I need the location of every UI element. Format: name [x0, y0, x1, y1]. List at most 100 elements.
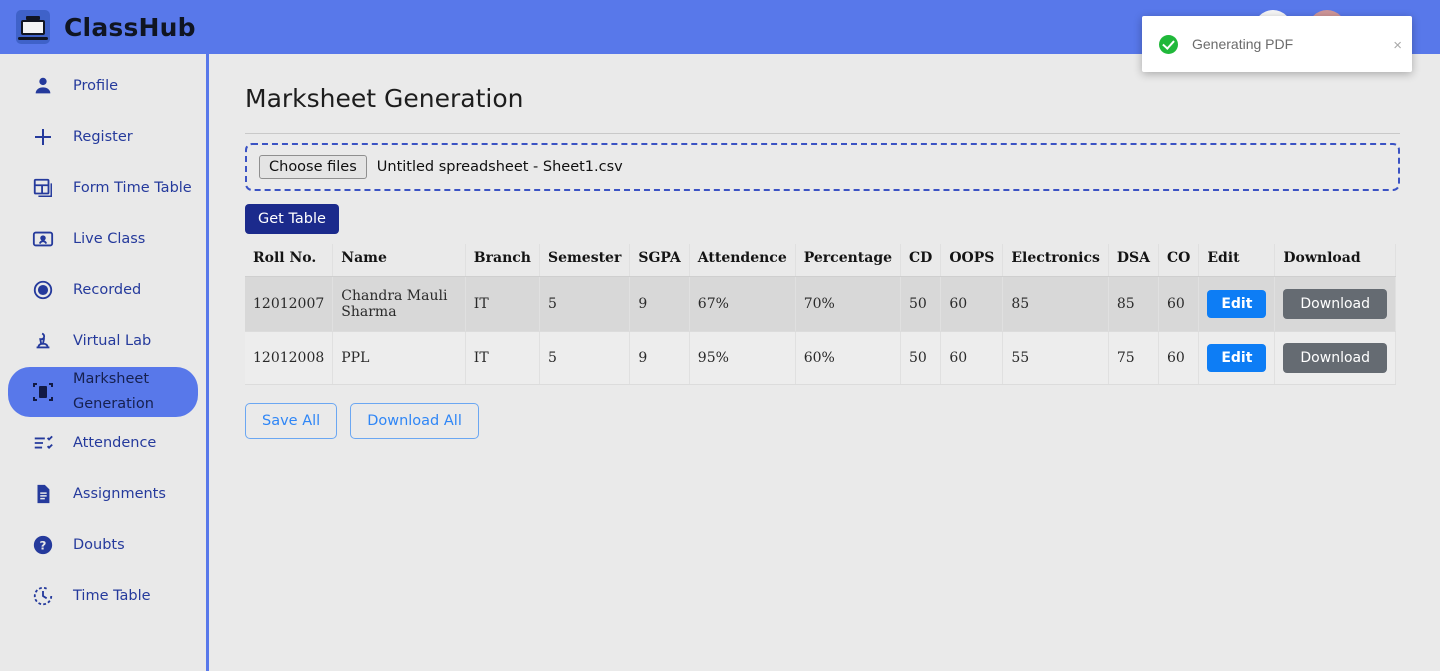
file-upload-dropzone[interactable]: Choose files Untitled spreadsheet - Shee…	[245, 143, 1400, 191]
sidebar-item-label: Attendence	[73, 435, 157, 451]
sidebar-item-label: Marksheet Generation	[73, 371, 154, 412]
download-button[interactable]: Download	[1283, 289, 1387, 319]
plus-icon	[28, 125, 58, 149]
column-header-electronics: Electronics	[1002, 244, 1109, 277]
get-table-button[interactable]: Get Table	[245, 204, 339, 234]
cell-electronics: 55	[1002, 331, 1109, 385]
column-header-sgpa: SGPA	[629, 244, 690, 277]
download-all-button[interactable]: Download All	[350, 403, 479, 439]
sidebar-item-recorded[interactable]: Recorded	[8, 265, 198, 315]
sidebar-item-label: Assignments	[73, 486, 166, 502]
cell-download: Download	[1274, 331, 1396, 385]
cell-attendence: 67%	[689, 276, 796, 332]
sidebar-item-virtual-lab[interactable]: Virtual Lab	[8, 316, 198, 366]
column-header-cd: CD	[900, 244, 942, 277]
svg-text:?: ?	[40, 539, 47, 553]
sidebar-item-label: Register	[73, 129, 133, 145]
sidebar-item-label: Time Table	[73, 588, 151, 604]
save-all-button[interactable]: Save All	[245, 403, 338, 439]
app-logo-icon	[16, 10, 50, 44]
cell-oops: 60	[940, 331, 1004, 385]
title-divider	[245, 133, 1400, 134]
cell-electronics: 85	[1002, 276, 1109, 332]
footer-actions: Save All Download All	[245, 403, 1440, 439]
success-check-icon	[1159, 34, 1178, 54]
cell-co: 60	[1158, 331, 1200, 385]
cell-percentage: 60%	[795, 331, 902, 385]
sidebar: Profile Register Form Time Table Live Cl…	[0, 54, 209, 671]
cell-branch: IT	[465, 331, 540, 385]
record-circle-icon	[28, 279, 58, 301]
column-header-edit: Edit	[1198, 244, 1276, 277]
column-header-dsa: DSA	[1108, 244, 1159, 277]
download-button[interactable]: Download	[1283, 343, 1387, 373]
column-header-name: Name	[332, 244, 466, 277]
cell-name: PPL	[332, 331, 466, 385]
microscope-icon	[28, 330, 58, 352]
sidebar-item-live-class[interactable]: Live Class	[8, 214, 198, 264]
sidebar-item-label: Doubts	[73, 537, 125, 553]
toast-notification: Generating PDF ×	[1142, 16, 1412, 72]
cell-dsa: 85	[1108, 276, 1159, 332]
cell-semester: 5	[539, 331, 631, 385]
sidebar-item-label: Recorded	[73, 282, 142, 298]
cell-dsa: 75	[1108, 331, 1159, 385]
sidebar-item-profile[interactable]: Profile	[8, 61, 198, 111]
column-header-branch: Branch	[465, 244, 540, 277]
close-icon[interactable]: ×	[1393, 38, 1402, 53]
cell-edit: Edit	[1198, 331, 1276, 385]
column-header-roll-no: Roll No.	[245, 244, 334, 277]
edit-button[interactable]: Edit	[1207, 290, 1267, 318]
table-row: 12012008 PPL IT 5 9 95% 60% 50 60 55 75 …	[245, 331, 1396, 385]
sidebar-item-assignments[interactable]: Assignments	[8, 469, 198, 519]
cell-sgpa: 9	[629, 331, 690, 385]
cell-attendence: 95%	[689, 331, 796, 385]
cell-edit: Edit	[1198, 276, 1276, 332]
document-icon	[28, 483, 58, 505]
marksheet-table: Roll No. Name Branch Semester SGPA Atten…	[245, 244, 1396, 385]
sidebar-item-doubts[interactable]: ? Doubts	[8, 520, 198, 570]
column-header-co: CO	[1158, 244, 1200, 277]
column-header-percentage: Percentage	[795, 244, 902, 277]
video-card-icon	[28, 228, 58, 250]
table-row: 12012007 Chandra Mauli Sharma IT 5 9 67%…	[245, 276, 1396, 332]
selected-file-name: Untitled spreadsheet - Sheet1.csv	[376, 159, 623, 175]
question-circle-icon: ?	[28, 534, 58, 556]
page-title: Marksheet Generation	[245, 84, 524, 113]
clock-icon	[28, 585, 58, 607]
edit-button[interactable]: Edit	[1207, 344, 1267, 372]
sidebar-item-label: Virtual Lab	[73, 333, 152, 349]
cell-roll-no: 12012008	[245, 331, 334, 385]
sidebar-item-form-time-table[interactable]: Form Time Table	[8, 163, 198, 213]
cell-oops: 60	[940, 276, 1004, 332]
cell-percentage: 70%	[795, 276, 902, 332]
sidebar-item-label: Live Class	[73, 231, 146, 247]
cell-roll-no: 12012007	[245, 276, 334, 332]
cell-cd: 50	[900, 331, 942, 385]
cell-co: 60	[1158, 276, 1200, 332]
choose-files-button[interactable]: Choose files	[259, 155, 367, 179]
sidebar-item-label: Form Time Table	[73, 180, 192, 196]
app-brand-title: ClassHub	[64, 12, 196, 42]
cell-sgpa: 9	[629, 276, 690, 332]
cell-branch: IT	[465, 276, 540, 332]
sidebar-item-marksheet-generation[interactable]: Marksheet Generation	[8, 367, 198, 417]
column-header-semester: Semester	[539, 244, 631, 277]
cell-semester: 5	[539, 276, 631, 332]
toast-message: Generating PDF	[1192, 36, 1294, 52]
cell-download: Download	[1274, 276, 1396, 332]
checklist-icon	[28, 432, 58, 454]
sidebar-item-register[interactable]: Register	[8, 112, 198, 162]
sidebar-item-time-table[interactable]: Time Table	[8, 571, 198, 621]
cell-cd: 50	[900, 276, 942, 332]
scan-document-icon	[28, 380, 58, 404]
column-header-oops: OOPS	[940, 244, 1004, 277]
column-header-download: Download	[1274, 244, 1396, 277]
column-header-attendence: Attendence	[689, 244, 796, 277]
cell-name: Chandra Mauli Sharma	[332, 276, 466, 332]
table-grid-icon	[28, 177, 58, 199]
table-header-row: Roll No. Name Branch Semester SGPA Atten…	[245, 244, 1396, 277]
person-icon	[28, 75, 58, 97]
main-content: Marksheet Generation Choose files Untitl…	[212, 54, 1440, 671]
sidebar-item-attendence[interactable]: Attendence	[8, 418, 198, 468]
